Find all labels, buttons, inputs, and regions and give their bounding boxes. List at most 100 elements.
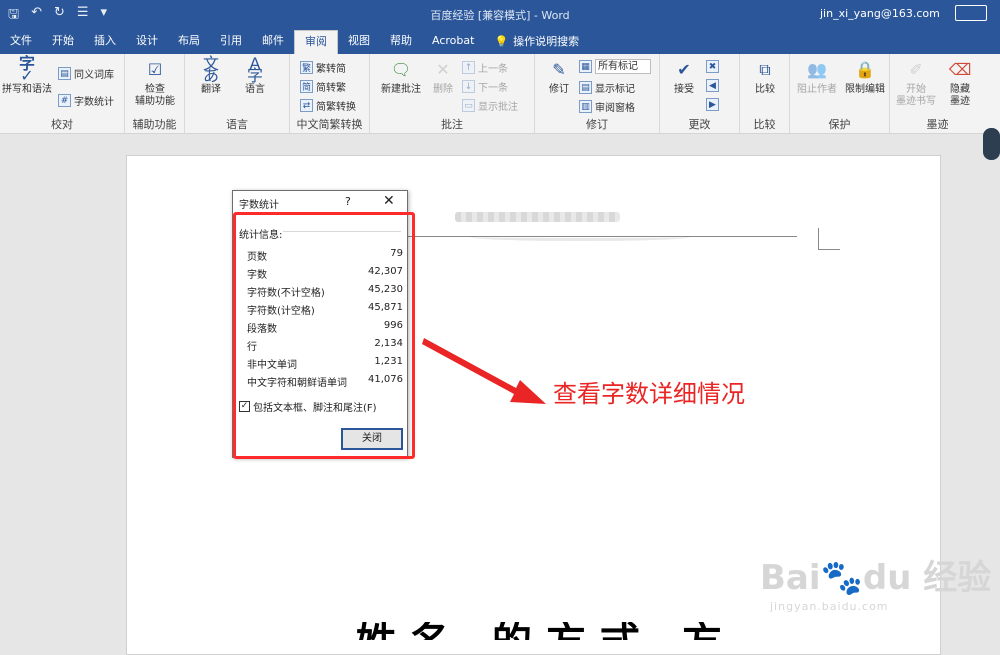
show-markup-icon: ▤ [579,81,592,94]
group-accessibility: ☑ 检查 辅助功能 辅助功能 [125,54,185,134]
track-changes-button[interactable]: ✎ 修订 [541,58,577,96]
ribbon-display-options-button[interactable] [955,5,987,21]
check-accessibility-button[interactable]: ☑ 检查 辅助功能 [130,58,180,108]
accept-button[interactable]: ✔ 接受 [666,58,702,96]
close-icon[interactable]: ✕ [383,193,395,209]
language-label: 语言 [245,84,265,95]
s2t-label: 简转繁 [316,83,346,94]
new-comment-icon: 🗨 [390,60,412,79]
group-label: 批注 [441,118,463,131]
spelling-grammar-button[interactable]: 字✓ 拼写和语法 [2,54,52,96]
language-button[interactable]: A字 语言 [235,54,275,96]
thesaurus-label: 同义词库 [74,70,114,81]
help-icon[interactable]: ? [345,195,351,208]
s2t-icon: 简 [300,80,313,93]
show-markup-label: 显示标记 [595,84,635,95]
delete-comment-button[interactable]: ✕ 删除 [425,58,461,96]
tab-view[interactable]: 视图 [338,30,380,54]
start-inking-icon: ✐ [909,60,923,79]
reject-button[interactable]: ✖ [706,60,719,73]
reviewing-pane-button[interactable]: ▥ 审阅窗格 [579,99,635,114]
user-account[interactable]: jin_xi_yang@163.com [820,7,940,20]
spelling-label: 拼写和语法 [2,84,52,95]
tab-acrobat[interactable]: Acrobat [422,30,484,54]
block-authors-button[interactable]: 👥 阻止作者 [792,58,842,96]
delete-comment-label: 删除 [433,84,453,95]
tell-me-search[interactable]: 💡 操作说明搜索 [484,30,589,54]
ribbon-tabs: 文件 开始 插入 设计 布局 引用 邮件 审阅 视图 帮助 Acrobat 💡 … [0,28,1000,54]
translate-button[interactable]: 文あ 翻译 [191,56,231,96]
previous-icon: ↑ [462,61,475,74]
word-count-icon: # [58,94,71,107]
previous-change-button[interactable]: ◀ [706,79,719,92]
restrict-editing-label: 限制编辑 [845,84,885,95]
tab-insert[interactable]: 插入 [84,30,126,54]
translate-label: 翻译 [201,84,221,95]
tell-me-label: 操作说明搜索 [513,35,580,48]
show-comments-label: 显示批注 [478,102,518,113]
annotation-arrow-icon [422,338,546,404]
tab-design[interactable]: 设计 [126,30,168,54]
delete-comment-icon: ✕ [436,60,450,79]
markup-dropdown[interactable]: 所有标记 [595,59,651,74]
tab-review[interactable]: 审阅 [294,30,338,54]
tab-home[interactable]: 开始 [42,30,84,54]
blurred-header-text [455,212,620,222]
start-inking-button[interactable]: ✐ 开始 墨迹书写 [894,58,938,108]
new-comment-button[interactable]: 🗨 新建批注 [376,58,426,96]
group-label: 更改 [688,118,711,131]
blurred-decoration [470,233,690,241]
hide-ink-button[interactable]: ⌫ 隐藏 墨迹 [940,58,980,108]
reviewing-pane-icon: ▥ [579,100,592,113]
spelling-icon: 字✓ [18,54,35,85]
compare-label: 比较 [755,84,775,95]
previous-comment-button[interactable]: ↑ 上一条 [462,60,508,75]
accept-icon: ✔ [677,60,691,79]
tab-help[interactable]: 帮助 [380,30,422,54]
language-icon: A字 [246,54,263,85]
traditional-to-simplified-button[interactable]: 繁 繁转简 [300,60,346,75]
block-authors-label: 阻止作者 [797,84,837,95]
show-markup-button[interactable]: ▤ 显示标记 [579,80,635,95]
check-accessibility-label: 检查 辅助功能 [135,84,175,107]
convert-button[interactable]: ⇄ 简繁转换 [300,98,356,113]
accept-label: 接受 [674,84,694,95]
ribbon: 字✓ 拼写和语法 ▤ 同义词库 # 字数统计 校对 ☑ 检查 辅助功能 辅助功能… [0,54,1000,134]
group-ink: ✐ 开始 墨迹书写 ⌫ 隐藏 墨迹 墨迹 [890,54,985,134]
convert-icon: ⇄ [300,99,313,112]
tab-layout[interactable]: 布局 [168,30,210,54]
baidu-watermark-logo: Bai🐾du 经验 [760,558,992,598]
word-count-button[interactable]: # 字数统计 [58,93,114,108]
thesaurus-icon: ▤ [58,67,71,80]
lightbulb-icon: 💡 [494,35,509,48]
group-label: 修订 [586,118,608,131]
group-label: 墨迹 [926,118,949,131]
compare-button[interactable]: ⧉ 比较 [747,58,783,96]
simplified-to-traditional-button[interactable]: 简 简转繁 [300,79,346,94]
group-label: 辅助功能 [132,118,177,131]
t2s-label: 繁转简 [316,64,346,75]
markup-mode-selector[interactable]: ▦ [579,60,592,73]
dialog-title-bar[interactable]: 字数统计 ? ✕ [233,191,407,213]
next-comment-button[interactable]: ↓ 下一条 [462,79,508,94]
reject-icon: ✖ [706,60,719,73]
group-proofing: 字✓ 拼写和语法 ▤ 同义词库 # 字数统计 校对 [0,54,125,134]
thesaurus-button[interactable]: ▤ 同义词库 [58,66,114,81]
next-change-button[interactable]: ▶ [706,98,719,111]
group-protect: 👥 阻止作者 🔒 限制编辑 保护 [790,54,890,134]
tab-file[interactable]: 文件 [0,30,42,54]
group-label: 校对 [51,118,73,131]
scroll-indicator[interactable] [983,128,1000,160]
tab-references[interactable]: 引用 [210,30,252,54]
compare-icon: ⧉ [759,60,771,79]
show-comments-button[interactable]: ▭ 显示批注 [462,98,518,113]
word-count-label: 字数统计 [74,97,114,108]
baidu-watermark-url: jingyan.baidu.com [770,600,889,613]
convert-label: 简繁转换 [316,102,356,113]
header-line [405,236,797,237]
tab-mailings[interactable]: 邮件 [252,30,294,54]
group-label: 保护 [828,118,851,131]
restrict-editing-button[interactable]: 🔒 限制编辑 [840,58,890,96]
restrict-editing-icon: 🔒 [855,60,875,79]
group-label: 语言 [226,118,248,131]
